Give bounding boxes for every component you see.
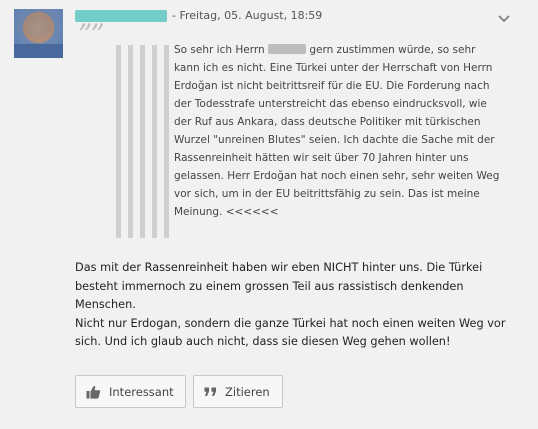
quoted-text: So sehr ich Herrn gern zustimmen würde, … — [174, 41, 504, 221]
post-timestamp: - Freitag, 05. August, 18:59 — [172, 9, 323, 22]
interessant-label: Interessant — [109, 384, 174, 399]
quoted-text-rest: gern zustimmen würde, so sehr kann ich e… — [174, 44, 500, 218]
interessant-button[interactable]: Interessant — [75, 375, 186, 408]
reply-body: Das mit der Rassenreinheit haben wir ebe… — [75, 259, 515, 352]
comment-card: - Freitag, 05. August, 18:59 ”” So sehr … — [0, 0, 538, 429]
quote-bar — [128, 45, 133, 238]
quote-marks-icon: ”” — [78, 18, 105, 51]
quote-bar — [116, 45, 121, 238]
quoted-text-start: So sehr ich Herrn — [174, 44, 265, 56]
reply-paragraph: Nicht nur Erdogan, sondern die ganze Tür… — [75, 316, 506, 349]
zitieren-label: Zitieren — [225, 384, 270, 399]
quote-bar — [140, 45, 145, 238]
quote-icon — [204, 387, 217, 397]
zitieren-button[interactable]: Zitieren — [193, 375, 283, 408]
quote-bar — [152, 45, 157, 238]
avatar[interactable] — [14, 9, 63, 58]
redacted-name — [267, 44, 306, 54]
thumbs-up-icon — [86, 385, 101, 399]
reply-paragraph: Das mit der Rassenreinheit haben wir ebe… — [75, 261, 483, 311]
quoted-block: So sehr ich Herrn gern zustimmen würde, … — [116, 41, 506, 241]
chevron-down-icon[interactable] — [494, 12, 514, 32]
quote-bar — [164, 45, 169, 238]
